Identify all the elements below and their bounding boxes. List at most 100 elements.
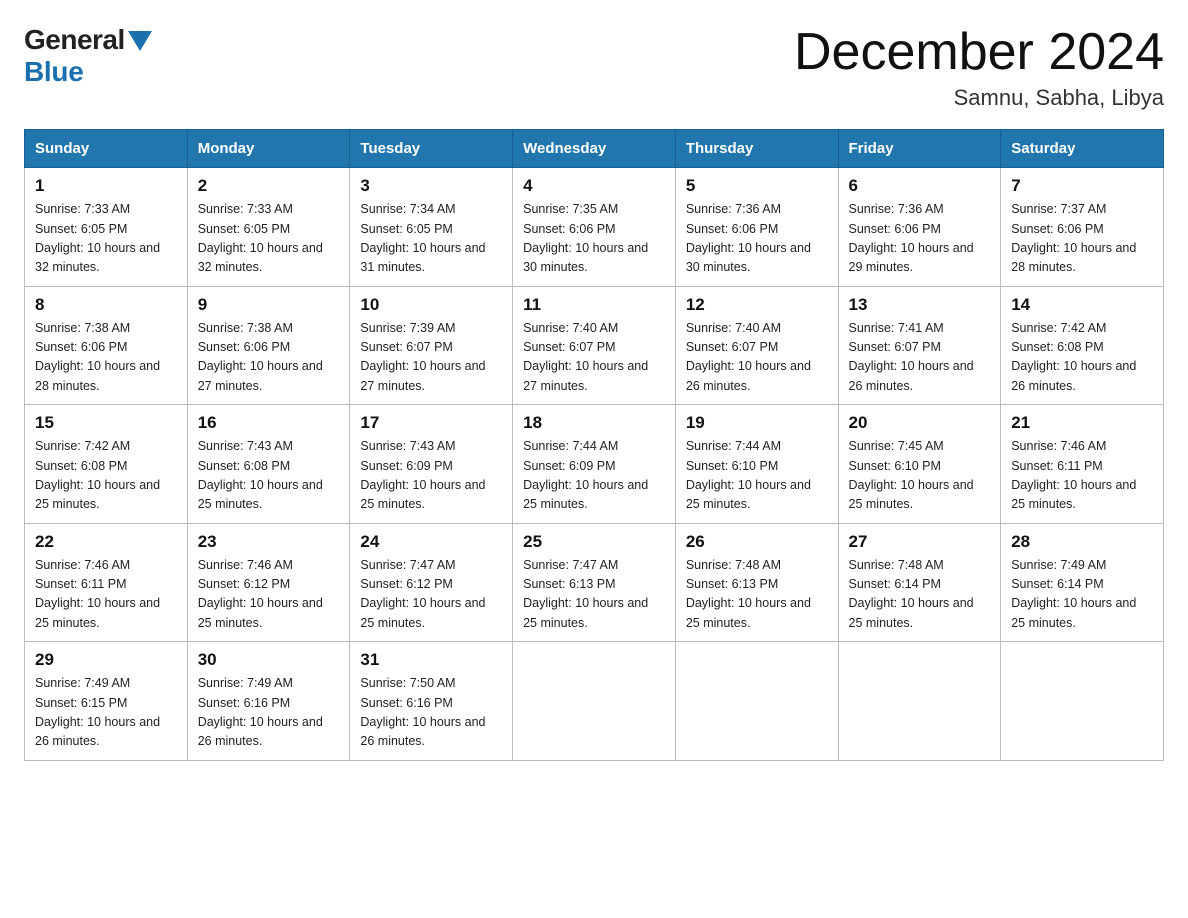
day-info: Sunrise: 7:43 AM Sunset: 6:08 PM Dayligh… [198, 437, 340, 515]
logo-blue-text: Blue [24, 56, 83, 87]
calendar-week-row: 1 Sunrise: 7:33 AM Sunset: 6:05 PM Dayli… [25, 168, 1164, 287]
calendar-week-row: 29 Sunrise: 7:49 AM Sunset: 6:15 PM Dayl… [25, 642, 1164, 761]
calendar-header-monday: Monday [187, 130, 350, 168]
calendar-cell: 15 Sunrise: 7:42 AM Sunset: 6:08 PM Dayl… [25, 405, 188, 524]
calendar-cell: 29 Sunrise: 7:49 AM Sunset: 6:15 PM Dayl… [25, 642, 188, 761]
day-info: Sunrise: 7:33 AM Sunset: 6:05 PM Dayligh… [35, 200, 177, 278]
day-number: 6 [849, 176, 991, 196]
day-info: Sunrise: 7:46 AM Sunset: 6:11 PM Dayligh… [35, 556, 177, 634]
day-info: Sunrise: 7:38 AM Sunset: 6:06 PM Dayligh… [35, 319, 177, 397]
day-number: 4 [523, 176, 665, 196]
day-number: 26 [686, 532, 828, 552]
day-info: Sunrise: 7:33 AM Sunset: 6:05 PM Dayligh… [198, 200, 340, 278]
calendar-header-thursday: Thursday [675, 130, 838, 168]
day-info: Sunrise: 7:40 AM Sunset: 6:07 PM Dayligh… [523, 319, 665, 397]
day-info: Sunrise: 7:49 AM Sunset: 6:16 PM Dayligh… [198, 674, 340, 752]
calendar-header-saturday: Saturday [1001, 130, 1164, 168]
day-number: 5 [686, 176, 828, 196]
calendar-cell: 2 Sunrise: 7:33 AM Sunset: 6:05 PM Dayli… [187, 168, 350, 287]
day-number: 13 [849, 295, 991, 315]
day-number: 30 [198, 650, 340, 670]
calendar-cell: 8 Sunrise: 7:38 AM Sunset: 6:06 PM Dayli… [25, 286, 188, 405]
day-info: Sunrise: 7:39 AM Sunset: 6:07 PM Dayligh… [360, 319, 502, 397]
day-info: Sunrise: 7:47 AM Sunset: 6:13 PM Dayligh… [523, 556, 665, 634]
day-number: 21 [1011, 413, 1153, 433]
calendar-cell [1001, 642, 1164, 761]
calendar-header-sunday: Sunday [25, 130, 188, 168]
day-info: Sunrise: 7:36 AM Sunset: 6:06 PM Dayligh… [686, 200, 828, 278]
day-number: 3 [360, 176, 502, 196]
day-number: 9 [198, 295, 340, 315]
day-number: 14 [1011, 295, 1153, 315]
day-info: Sunrise: 7:49 AM Sunset: 6:15 PM Dayligh… [35, 674, 177, 752]
day-number: 16 [198, 413, 340, 433]
calendar-cell: 17 Sunrise: 7:43 AM Sunset: 6:09 PM Dayl… [350, 405, 513, 524]
calendar-cell: 27 Sunrise: 7:48 AM Sunset: 6:14 PM Dayl… [838, 523, 1001, 642]
logo-general-text: General [24, 24, 125, 56]
day-info: Sunrise: 7:34 AM Sunset: 6:05 PM Dayligh… [360, 200, 502, 278]
day-info: Sunrise: 7:41 AM Sunset: 6:07 PM Dayligh… [849, 319, 991, 397]
calendar-table: SundayMondayTuesdayWednesdayThursdayFrid… [24, 129, 1164, 761]
day-number: 15 [35, 413, 177, 433]
day-info: Sunrise: 7:46 AM Sunset: 6:12 PM Dayligh… [198, 556, 340, 634]
calendar-week-row: 22 Sunrise: 7:46 AM Sunset: 6:11 PM Dayl… [25, 523, 1164, 642]
calendar-header-friday: Friday [838, 130, 1001, 168]
day-info: Sunrise: 7:47 AM Sunset: 6:12 PM Dayligh… [360, 556, 502, 634]
calendar-cell [838, 642, 1001, 761]
calendar-cell: 25 Sunrise: 7:47 AM Sunset: 6:13 PM Dayl… [513, 523, 676, 642]
day-info: Sunrise: 7:48 AM Sunset: 6:13 PM Dayligh… [686, 556, 828, 634]
calendar-cell: 26 Sunrise: 7:48 AM Sunset: 6:13 PM Dayl… [675, 523, 838, 642]
day-number: 17 [360, 413, 502, 433]
calendar-cell: 1 Sunrise: 7:33 AM Sunset: 6:05 PM Dayli… [25, 168, 188, 287]
day-info: Sunrise: 7:43 AM Sunset: 6:09 PM Dayligh… [360, 437, 502, 515]
calendar-cell: 10 Sunrise: 7:39 AM Sunset: 6:07 PM Dayl… [350, 286, 513, 405]
calendar-cell: 5 Sunrise: 7:36 AM Sunset: 6:06 PM Dayli… [675, 168, 838, 287]
day-number: 25 [523, 532, 665, 552]
calendar-cell: 18 Sunrise: 7:44 AM Sunset: 6:09 PM Dayl… [513, 405, 676, 524]
calendar-cell: 19 Sunrise: 7:44 AM Sunset: 6:10 PM Dayl… [675, 405, 838, 524]
day-number: 8 [35, 295, 177, 315]
calendar-cell [675, 642, 838, 761]
calendar-cell [513, 642, 676, 761]
day-number: 7 [1011, 176, 1153, 196]
calendar-cell: 14 Sunrise: 7:42 AM Sunset: 6:08 PM Dayl… [1001, 286, 1164, 405]
day-number: 19 [686, 413, 828, 433]
calendar-cell: 20 Sunrise: 7:45 AM Sunset: 6:10 PM Dayl… [838, 405, 1001, 524]
day-info: Sunrise: 7:45 AM Sunset: 6:10 PM Dayligh… [849, 437, 991, 515]
day-info: Sunrise: 7:36 AM Sunset: 6:06 PM Dayligh… [849, 200, 991, 278]
day-info: Sunrise: 7:35 AM Sunset: 6:06 PM Dayligh… [523, 200, 665, 278]
calendar-cell: 3 Sunrise: 7:34 AM Sunset: 6:05 PM Dayli… [350, 168, 513, 287]
day-info: Sunrise: 7:44 AM Sunset: 6:09 PM Dayligh… [523, 437, 665, 515]
day-number: 28 [1011, 532, 1153, 552]
day-info: Sunrise: 7:40 AM Sunset: 6:07 PM Dayligh… [686, 319, 828, 397]
calendar-cell: 28 Sunrise: 7:49 AM Sunset: 6:14 PM Dayl… [1001, 523, 1164, 642]
day-info: Sunrise: 7:42 AM Sunset: 6:08 PM Dayligh… [1011, 319, 1153, 397]
page-header: General Blue December 2024 Samnu, Sabha,… [24, 24, 1164, 111]
day-number: 10 [360, 295, 502, 315]
logo-arrow-icon [128, 31, 152, 51]
day-number: 11 [523, 295, 665, 315]
calendar-cell: 30 Sunrise: 7:49 AM Sunset: 6:16 PM Dayl… [187, 642, 350, 761]
calendar-cell: 6 Sunrise: 7:36 AM Sunset: 6:06 PM Dayli… [838, 168, 1001, 287]
day-info: Sunrise: 7:37 AM Sunset: 6:06 PM Dayligh… [1011, 200, 1153, 278]
day-number: 27 [849, 532, 991, 552]
calendar-week-row: 8 Sunrise: 7:38 AM Sunset: 6:06 PM Dayli… [25, 286, 1164, 405]
calendar-cell: 7 Sunrise: 7:37 AM Sunset: 6:06 PM Dayli… [1001, 168, 1164, 287]
day-number: 1 [35, 176, 177, 196]
day-info: Sunrise: 7:48 AM Sunset: 6:14 PM Dayligh… [849, 556, 991, 634]
calendar-header-row: SundayMondayTuesdayWednesdayThursdayFrid… [25, 130, 1164, 168]
title-section: December 2024 Samnu, Sabha, Libya [794, 24, 1164, 111]
calendar-cell: 21 Sunrise: 7:46 AM Sunset: 6:11 PM Dayl… [1001, 405, 1164, 524]
month-title: December 2024 [794, 24, 1164, 81]
calendar-header-wednesday: Wednesday [513, 130, 676, 168]
calendar-week-row: 15 Sunrise: 7:42 AM Sunset: 6:08 PM Dayl… [25, 405, 1164, 524]
calendar-cell: 4 Sunrise: 7:35 AM Sunset: 6:06 PM Dayli… [513, 168, 676, 287]
calendar-cell: 22 Sunrise: 7:46 AM Sunset: 6:11 PM Dayl… [25, 523, 188, 642]
calendar-cell: 9 Sunrise: 7:38 AM Sunset: 6:06 PM Dayli… [187, 286, 350, 405]
day-number: 23 [198, 532, 340, 552]
day-number: 12 [686, 295, 828, 315]
calendar-cell: 11 Sunrise: 7:40 AM Sunset: 6:07 PM Dayl… [513, 286, 676, 405]
calendar-cell: 23 Sunrise: 7:46 AM Sunset: 6:12 PM Dayl… [187, 523, 350, 642]
day-info: Sunrise: 7:42 AM Sunset: 6:08 PM Dayligh… [35, 437, 177, 515]
day-number: 22 [35, 532, 177, 552]
